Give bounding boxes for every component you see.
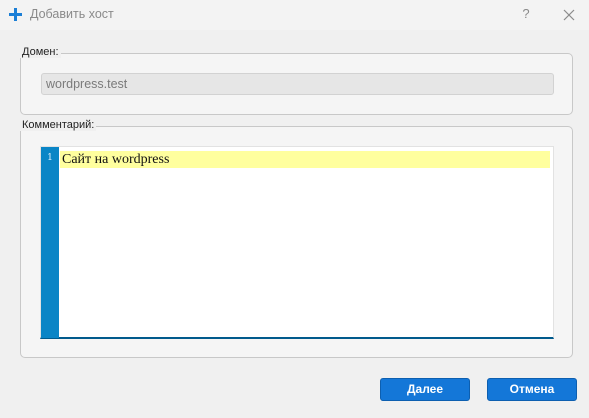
next-button[interactable]: Далее [380, 378, 470, 401]
plus-icon [9, 8, 22, 21]
line-number: 1 [47, 153, 53, 163]
cancel-button[interactable]: Отмена [487, 378, 577, 401]
comment-label: Комментарий: [20, 119, 97, 131]
help-button[interactable]: ? [516, 4, 536, 24]
domain-group: Домен: wordpress.test [20, 46, 573, 115]
domain-field[interactable]: wordpress.test [41, 73, 554, 95]
close-icon[interactable] [560, 6, 578, 24]
comment-group: Комментарий: 1 Сайт на wordpress [20, 119, 573, 358]
window-title: Добавить хост [30, 7, 114, 21]
comment-editor[interactable]: 1 Сайт на wordpress [40, 146, 554, 339]
editor-line[interactable]: Сайт на wordpress [62, 152, 169, 168]
line-number-gutter: 1 [41, 147, 59, 338]
domain-label: Домен: [20, 46, 61, 58]
title-bar: Добавить хост ? [0, 0, 589, 30]
